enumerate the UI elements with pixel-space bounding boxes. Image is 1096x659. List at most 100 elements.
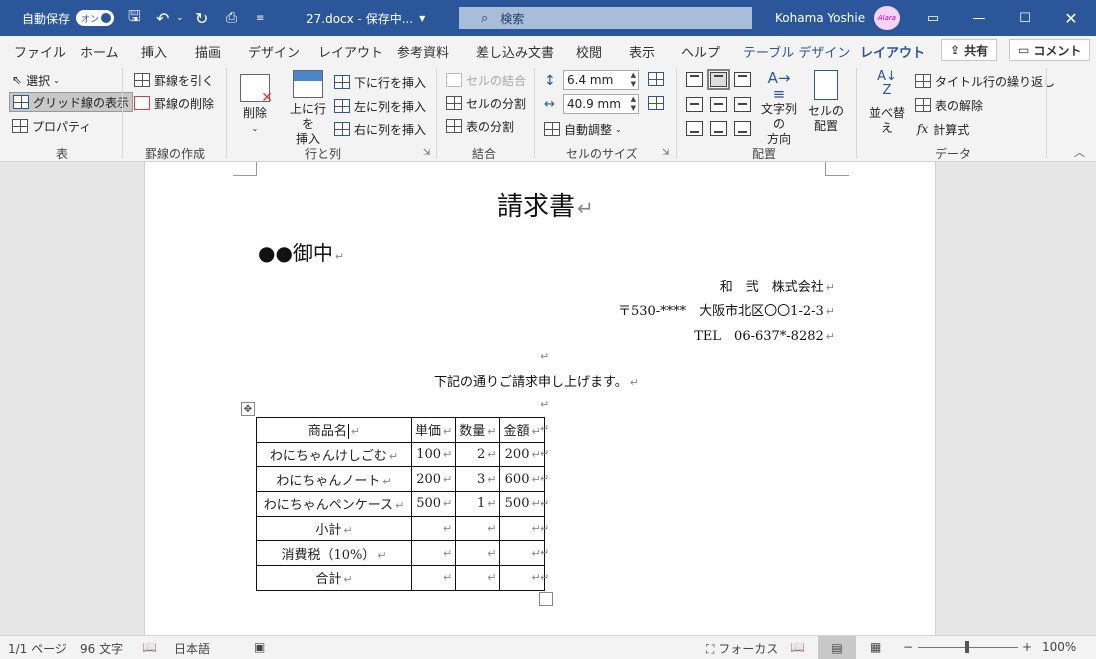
table-cell[interactable]: ↵ (455, 540, 501, 567)
align-bottom-center-icon[interactable] (710, 121, 727, 136)
zoom-in-icon[interactable]: + (1022, 640, 1032, 654)
tab-view[interactable]: 表示 (629, 42, 655, 61)
tab-table-layout[interactable]: レイアウト (860, 42, 926, 67)
row-height-input[interactable]: 6.4 mm ▲ ▼ (563, 70, 639, 90)
document-title[interactable]: 27.docx - 保存中... ▼ (306, 0, 425, 36)
draw-table-button[interactable]: 罫線を引く (134, 70, 214, 90)
tab-review[interactable]: 校閲 (576, 42, 602, 61)
repeat-header-rows-button[interactable]: タイトル行の繰り返し (915, 71, 1055, 91)
split-table-button[interactable]: 表の分割 (446, 116, 514, 136)
page-count[interactable]: 1/1 ページ (8, 640, 67, 657)
sort-button[interactable]: A↓ Z 並べ替え (864, 70, 910, 136)
table-cell[interactable]: 500 ↵ (499, 491, 545, 517)
table-header-cell[interactable]: 数量 ↵ (455, 417, 501, 443)
user-name[interactable]: Kohama Yoshie (775, 0, 865, 36)
table-cell[interactable]: 1 ↵ (455, 491, 501, 517)
distribute-columns-icon[interactable] (648, 96, 664, 110)
macro-recording-icon[interactable]: ▣ (254, 640, 265, 654)
tab-insert[interactable]: 挿入 (141, 42, 167, 61)
align-bottom-right-icon[interactable] (734, 121, 751, 136)
language[interactable]: 日本語 (174, 640, 210, 657)
table-cell[interactable]: 小計 ↵ (256, 515, 412, 542)
table-cell[interactable]: ↵ (499, 540, 545, 567)
table-move-handle-icon[interactable]: ✥ (241, 402, 255, 416)
close-icon[interactable]: ✕ (1048, 0, 1094, 36)
web-layout-icon[interactable]: ▦ (870, 640, 881, 654)
spinner-arrows-icon[interactable]: ▲ ▼ (631, 71, 636, 89)
table-cell[interactable]: わにちゃんペンケース ↵ (256, 491, 412, 517)
tab-layout[interactable]: レイアウト (318, 42, 383, 61)
table-cell[interactable]: 200 ↵ (410, 466, 457, 493)
table-cell[interactable]: 100 ↵ (410, 441, 457, 468)
proofing-icon[interactable]: 📖 (142, 640, 157, 654)
delete-button[interactable]: ✕ 削除 ⌄ (238, 74, 273, 136)
comments-button[interactable]: ▭ コメント (1009, 39, 1091, 61)
undo-dropdown-icon[interactable]: ⌄ (176, 0, 184, 36)
redo-icon[interactable]: ↻ (195, 0, 208, 36)
tab-home[interactable]: ホーム (80, 42, 119, 61)
zoom-slider-thumb[interactable] (965, 641, 969, 653)
table-cell[interactable]: ↵ (410, 515, 457, 542)
autosave[interactable]: 自動保存 オン (22, 0, 115, 36)
tab-help[interactable]: ヘルプ (681, 42, 720, 61)
table-cell[interactable]: 200 ↵ (499, 441, 545, 468)
cell-margins-button[interactable]: セルの 配置 (808, 70, 844, 134)
insert-above-button[interactable]: 上に行を 挿入 (286, 70, 330, 147)
dialog-launcher-icon[interactable]: ⇲ (662, 148, 670, 158)
table-cell[interactable]: わにちゃんノート ↵ (256, 466, 412, 493)
spinner-arrows-icon[interactable]: ▲ ▼ (631, 95, 636, 113)
save-icon[interactable]: 🖫 (128, 0, 141, 36)
table-cell[interactable]: ↵ (410, 565, 457, 591)
tab-design[interactable]: デザイン (248, 42, 300, 61)
align-top-center-icon[interactable] (707, 69, 730, 90)
search-box[interactable]: ⌕ 検索 (459, 7, 752, 29)
tab-mailings[interactable]: 差し込み文書 (476, 42, 554, 61)
table-header-cell[interactable]: 金額 ↵ (499, 417, 545, 443)
print-layout-icon[interactable]: ▤ (818, 636, 856, 659)
minimize-icon[interactable]: — (956, 0, 1002, 36)
merge-cells-button[interactable]: セルの結合 (446, 70, 526, 90)
invoice-table[interactable]: 商品名 ↵ 単価 ↵ 数量 ↵ 金額 ↵ わにちゃんけしごむ ↵ 100 ↵ 2 ↵ 200 ↵… (256, 417, 545, 591)
insert-below-button[interactable]: 下に行を挿入 (334, 72, 426, 92)
table-cell[interactable]: 500 ↵ (410, 491, 457, 517)
align-center-right-icon[interactable] (734, 97, 751, 112)
view-gridlines-button[interactable]: グリッド線の表示 (9, 92, 134, 112)
table-cell[interactable]: 2 ↵ (455, 441, 501, 468)
autosave-toggle[interactable]: オン (76, 10, 115, 26)
properties-button[interactable]: プロパティ (12, 116, 91, 136)
avatar[interactable]: Alara (874, 6, 900, 30)
insert-right-button[interactable]: 右に列を挿入 (334, 119, 426, 139)
tab-file[interactable]: ファイル (14, 42, 66, 61)
select-button[interactable]: ⇖ 選択 ⌄ (12, 70, 60, 90)
zoom-level[interactable]: 100% (1042, 640, 1076, 654)
customize-toolbar-icon[interactable]: ≡ (256, 0, 264, 36)
distribute-rows-icon[interactable] (648, 72, 664, 86)
collapse-ribbon-icon[interactable]: ︿ (1074, 144, 1085, 160)
align-center-icon[interactable] (710, 97, 727, 112)
align-top-left-icon[interactable] (686, 72, 703, 87)
zoom-out-icon[interactable]: − (903, 640, 913, 654)
table-cell[interactable]: ↵ (455, 515, 501, 542)
text-direction-button[interactable]: A→ ≡ 文字列の 方向 (756, 70, 802, 147)
quick-print-icon[interactable]: ⎙ (226, 0, 237, 36)
convert-to-text-button[interactable]: 表の解除 (915, 95, 983, 115)
tab-table-design[interactable]: テーブル デザイン (743, 42, 850, 61)
table-cell[interactable]: 消費税（10%） ↵ (256, 540, 412, 567)
table-cell[interactable]: ↵ (410, 540, 457, 567)
column-width-input[interactable]: 40.9 mm ▲ ▼ (563, 94, 639, 114)
undo-icon[interactable]: ↶ (156, 0, 169, 36)
insert-left-button[interactable]: 左に列を挿入 (334, 96, 426, 116)
table-cell[interactable]: 600 ↵ (499, 466, 545, 493)
table-resize-handle[interactable] (539, 592, 553, 606)
table-cell[interactable]: わにちゃんけしごむ ↵ (256, 441, 412, 468)
dialog-launcher-icon[interactable]: ⇲ (423, 148, 431, 158)
read-mode-icon[interactable]: 📖 (790, 640, 805, 654)
word-count[interactable]: 96 文字 (80, 640, 123, 657)
table-cell[interactable]: 合計 ↵ (256, 565, 412, 591)
align-top-right-icon[interactable] (734, 72, 751, 87)
table-cell[interactable]: ↵ (499, 565, 545, 591)
tab-references[interactable]: 参考資料 (397, 42, 449, 61)
autofit-button[interactable]: 自動調整 ⌄ (544, 119, 622, 139)
align-center-left-icon[interactable] (686, 97, 703, 112)
document-page[interactable]: 請求書 ↵ ●●御中 ↵ 和 弐 株式会社 ↵ 〒530-**** 大阪市北区〇〇1-… (144, 162, 936, 635)
